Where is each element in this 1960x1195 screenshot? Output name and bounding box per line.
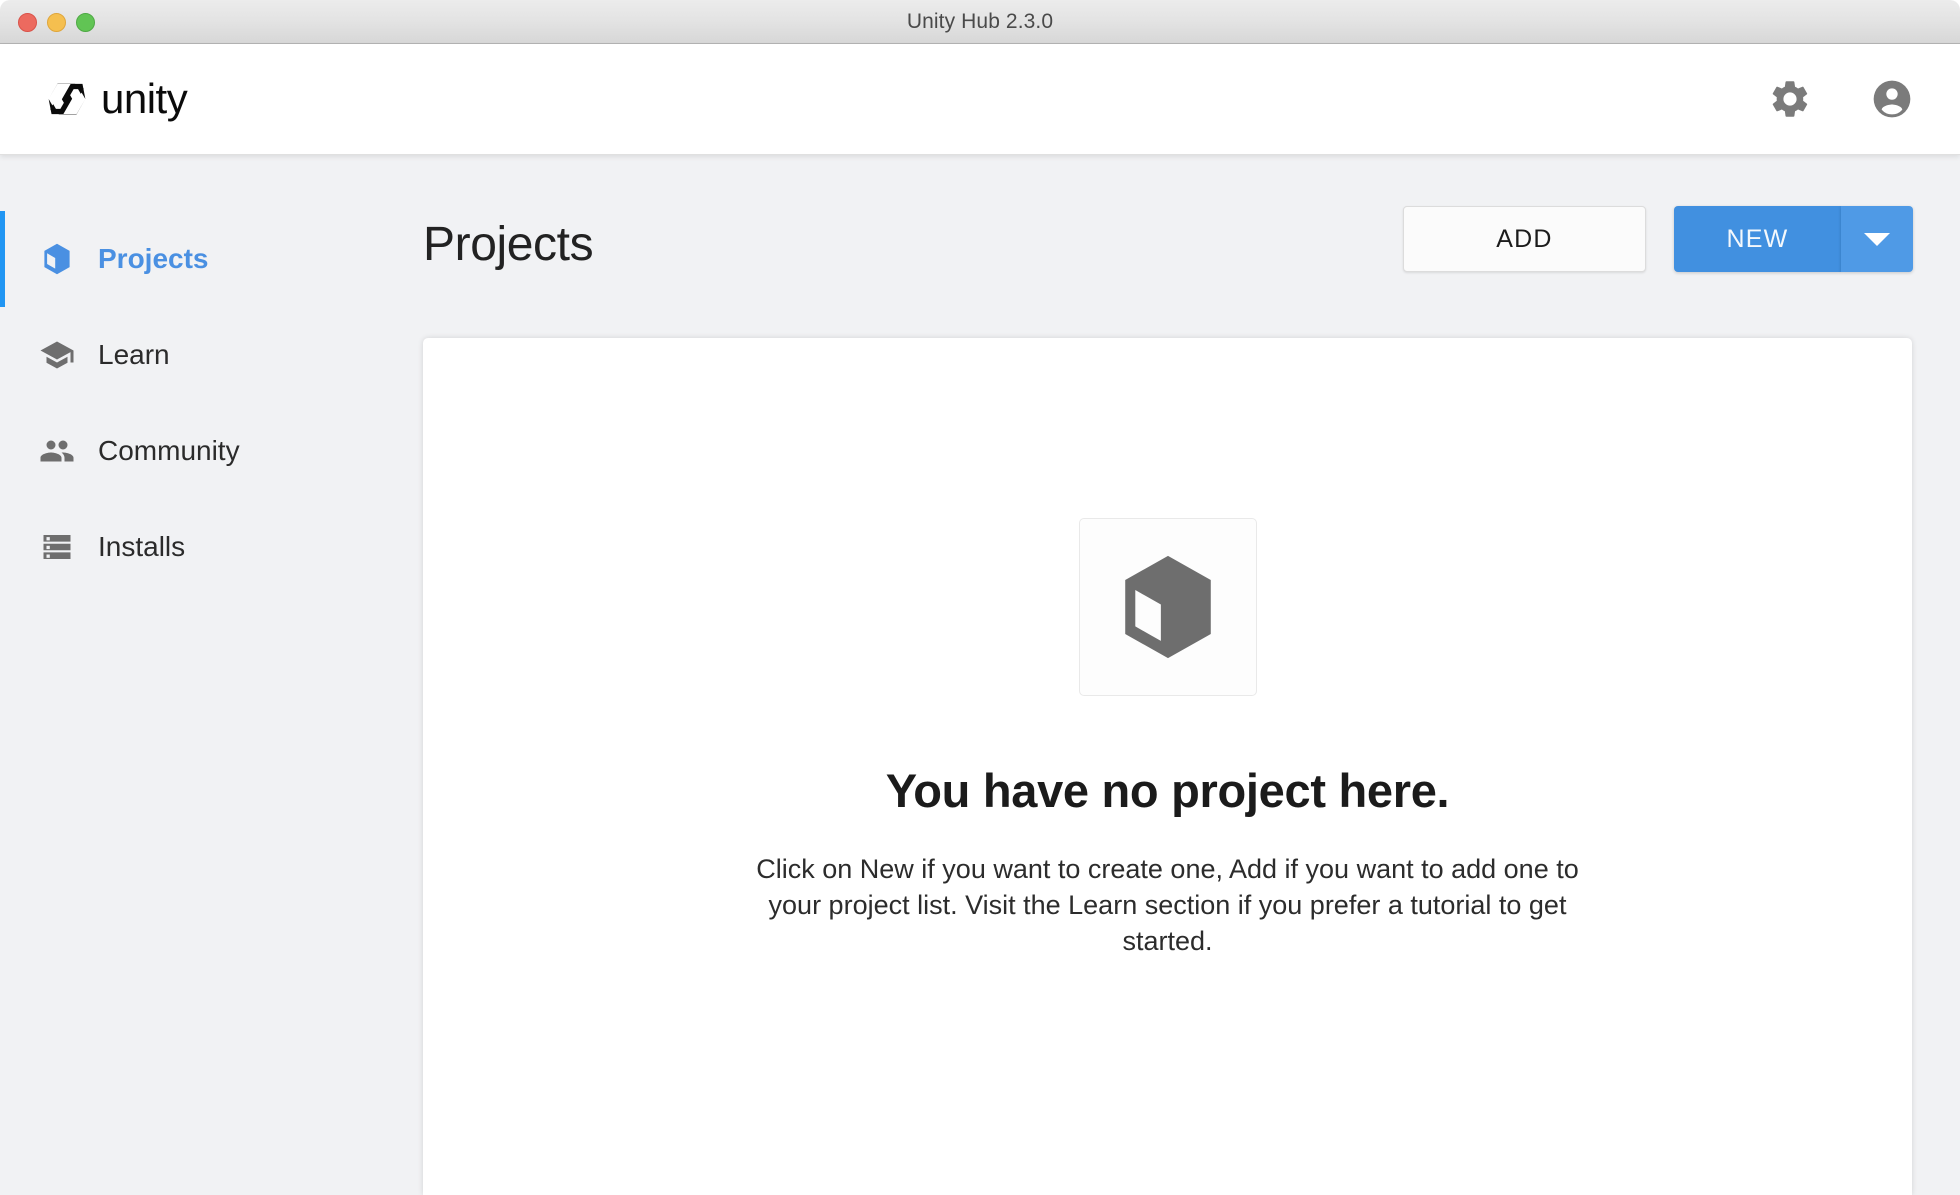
unity-cube-logo-icon	[48, 83, 86, 115]
sidebar-item-label: Community	[98, 435, 240, 466]
projects-panel: You have no project here. Click on New i…	[423, 338, 1912, 1195]
sidebar-item-installs[interactable]: Installs	[0, 499, 423, 595]
sidebar-item-learn[interactable]: Learn	[0, 307, 423, 403]
unity-logo-text: unity	[101, 75, 188, 122]
empty-state-icon-box	[1078, 518, 1257, 696]
active-indicator	[0, 499, 5, 595]
active-indicator	[0, 211, 5, 307]
sidebar-item-label: Learn	[98, 339, 170, 370]
add-project-button[interactable]: ADD	[1403, 206, 1646, 272]
new-project-dropdown-button[interactable]	[1841, 206, 1913, 272]
unity-hub-window: Unity Hub 2.3.0 unity Projects Learn Com…	[0, 0, 1960, 1195]
header-buttons: ADD NEW	[1403, 206, 1913, 272]
main-content: Projects ADD NEW You have no project her…	[423, 155, 1960, 1195]
window-title: Unity Hub 2.3.0	[906, 10, 1054, 33]
empty-state-title: You have no project here.	[885, 764, 1450, 817]
sidebar-item-community[interactable]: Community	[0, 403, 423, 499]
unity-logo: unity	[42, 74, 188, 124]
chevron-down-icon	[1864, 232, 1890, 246]
active-indicator	[0, 403, 5, 499]
cube-placeholder-icon	[1124, 555, 1211, 659]
sidebar-item-projects[interactable]: Projects	[0, 211, 423, 307]
cube-icon	[38, 240, 76, 278]
app-body: Projects Learn Community Installs Projec…	[0, 155, 1960, 1195]
app-header: unity	[0, 44, 1960, 155]
graduation-cap-icon	[38, 336, 76, 374]
empty-state-description: Click on New if you want to create one, …	[756, 854, 1579, 957]
window-titlebar: Unity Hub 2.3.0	[0, 0, 1960, 44]
main-header: Projects ADD NEW	[423, 155, 1960, 338]
new-project-button[interactable]: NEW	[1674, 206, 1841, 272]
people-icon	[38, 432, 76, 470]
empty-state: You have no project here. Click on New i…	[423, 338, 1912, 960]
new-project-button-group: NEW	[1674, 206, 1913, 272]
sidebar-item-label: Projects	[98, 243, 209, 274]
sidebar: Projects Learn Community Installs	[0, 155, 423, 1195]
sidebar-item-label: Installs	[98, 531, 186, 562]
header-actions	[1768, 77, 1914, 121]
page-title: Projects	[423, 218, 594, 271]
gear-icon[interactable]	[1768, 77, 1812, 121]
active-indicator	[0, 307, 5, 403]
server-list-icon	[38, 528, 76, 566]
account-circle-icon[interactable]	[1870, 77, 1914, 121]
